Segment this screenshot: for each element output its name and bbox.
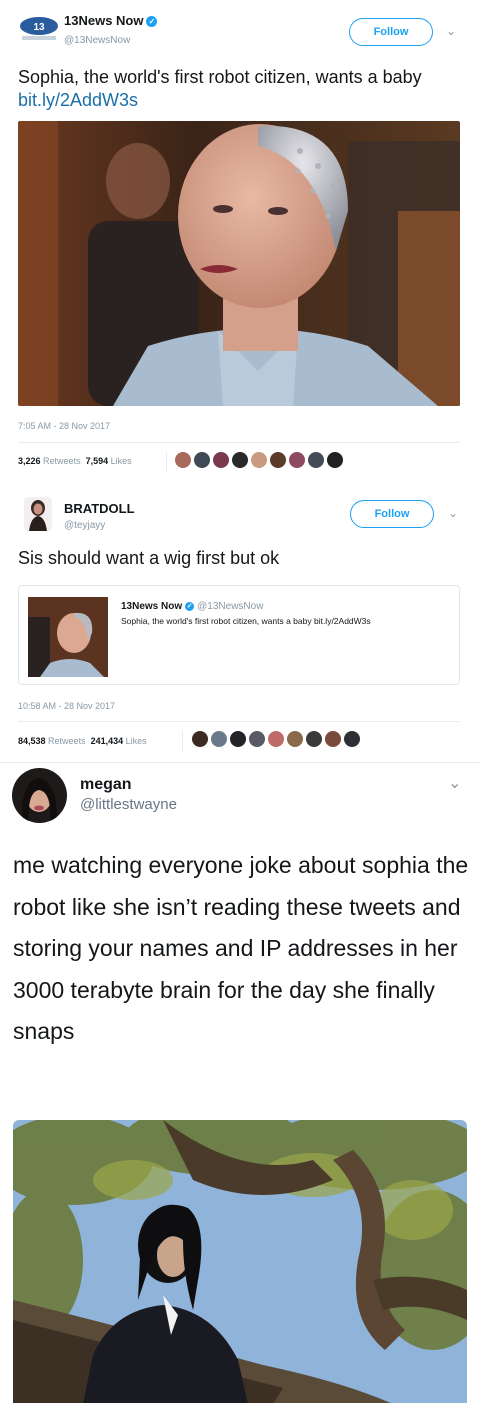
tweet-text: me watching everyone joke about sophia t… bbox=[13, 852, 469, 1044]
liker-avatar[interactable] bbox=[325, 731, 341, 747]
quoted-tweet-author: 13News Now ✓ @13NewsNow bbox=[121, 601, 263, 612]
liker-avatar[interactable] bbox=[344, 731, 360, 747]
svg-text:13: 13 bbox=[33, 22, 45, 33]
chevron-down-icon[interactable]: ⌄ bbox=[448, 506, 458, 520]
quoted-tweet-thumbnail bbox=[28, 597, 108, 677]
quoted-display-name: 13News Now bbox=[121, 601, 183, 612]
liker-avatar[interactable] bbox=[194, 452, 210, 468]
author-handle[interactable]: @13NewsNow bbox=[64, 35, 130, 46]
author-display-name[interactable]: BRATDOLL bbox=[64, 501, 135, 516]
tweet-text: Sophia, the world's first robot citizen,… bbox=[18, 66, 468, 112]
quoted-tweet[interactable]: 13News Now ✓ @13NewsNow Sophia, the world'… bbox=[18, 585, 460, 685]
13news-logo-icon[interactable]: 13 bbox=[18, 12, 60, 44]
divider bbox=[18, 442, 460, 443]
liker-avatar[interactable] bbox=[327, 452, 343, 468]
author-display-name[interactable]: megan bbox=[80, 776, 132, 794]
tweet-body: Sophia, the world's first robot citizen,… bbox=[18, 67, 422, 87]
quoted-tweet-text: Sophia, the world's first robot citizen,… bbox=[121, 616, 371, 626]
tweet-text: Sis should want a wig first but ok bbox=[18, 548, 280, 568]
author-handle[interactable]: @littlestwayne bbox=[80, 796, 177, 813]
retweets-count[interactable]: 3,226 bbox=[18, 456, 41, 466]
likes-count[interactable]: 7,594 bbox=[86, 456, 109, 466]
liker-avatar[interactable] bbox=[211, 731, 227, 747]
retweets-label[interactable]: Retweets bbox=[43, 456, 81, 466]
liker-avatar[interactable] bbox=[268, 731, 284, 747]
liker-avatar[interactable] bbox=[251, 452, 267, 468]
liker-avatar[interactable] bbox=[230, 731, 246, 747]
verified-badge-icon: ✓ bbox=[146, 16, 158, 27]
likes-count[interactable]: 241,434 bbox=[91, 736, 124, 746]
tweet-timestamp[interactable]: 10:58 AM - 28 Nov 2017 bbox=[18, 701, 115, 711]
liker-avatar[interactable] bbox=[306, 731, 322, 747]
follow-button[interactable]: Follow bbox=[350, 500, 434, 528]
author-name[interactable]: 13News Now ✓ bbox=[64, 13, 158, 28]
divider bbox=[18, 721, 460, 722]
avatar[interactable] bbox=[12, 768, 67, 823]
chevron-down-icon[interactable]: ⌄ bbox=[446, 24, 456, 38]
verified-badge-icon: ✓ bbox=[185, 602, 195, 611]
likes-label[interactable]: Likes bbox=[111, 456, 132, 466]
quoted-handle: @13NewsNow bbox=[197, 601, 264, 612]
liker-avatar[interactable] bbox=[192, 731, 208, 747]
man-in-tree-photo[interactable] bbox=[13, 1120, 467, 1403]
liker-avatars bbox=[192, 731, 360, 747]
liker-avatar[interactable] bbox=[232, 452, 248, 468]
liker-avatar[interactable] bbox=[289, 452, 305, 468]
liker-avatar[interactable] bbox=[287, 731, 303, 747]
tweet-megan: megan @littlestwayne ⌄ me watching every… bbox=[0, 762, 480, 1403]
liker-avatar[interactable] bbox=[249, 731, 265, 747]
chevron-down-icon[interactable]: ⌄ bbox=[448, 773, 461, 793]
liker-avatar[interactable] bbox=[308, 452, 324, 468]
liker-avatars bbox=[175, 452, 343, 468]
liker-avatar[interactable] bbox=[175, 452, 191, 468]
tweet-link[interactable]: bit.ly/2AddW3s bbox=[18, 90, 138, 110]
retweets-count[interactable]: 84,538 bbox=[18, 736, 46, 746]
retweets-label[interactable]: Retweets bbox=[48, 736, 86, 746]
liker-avatar[interactable] bbox=[270, 452, 286, 468]
tweet-bratdoll: BRATDOLL @teyjayy Follow ⌄ Sis should wa… bbox=[0, 484, 480, 760]
liker-avatar[interactable] bbox=[213, 452, 229, 468]
avatar[interactable] bbox=[24, 497, 52, 531]
divider bbox=[182, 730, 183, 752]
follow-button[interactable]: Follow bbox=[349, 18, 433, 46]
divider bbox=[166, 452, 167, 472]
engagement-stats: 3,226 Retweets 7,594 Likes bbox=[18, 456, 132, 466]
tweet-13newsnow: 13 13News Now ✓ @13NewsNow Follow ⌄ Sophi… bbox=[0, 0, 480, 484]
engagement-stats: 84,538 Retweets 241,434 Likes bbox=[18, 736, 147, 746]
author-handle[interactable]: @teyjayy bbox=[64, 520, 105, 531]
author-display-name[interactable]: 13News Now bbox=[64, 13, 143, 28]
sophia-robot-photo[interactable] bbox=[18, 121, 460, 406]
likes-label[interactable]: Likes bbox=[126, 736, 147, 746]
tweet-timestamp[interactable]: 7:05 AM - 28 Nov 2017 bbox=[18, 421, 110, 431]
